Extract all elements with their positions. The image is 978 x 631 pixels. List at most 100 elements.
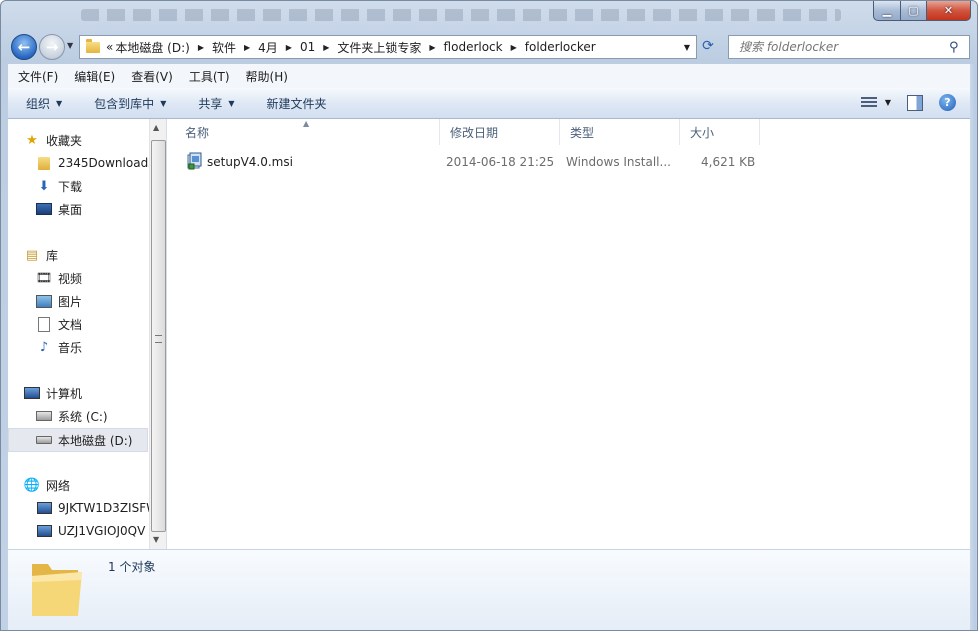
nav-desktop[interactable]: 桌面 bbox=[36, 198, 166, 220]
breadcrumb-floderlock[interactable]: floderlock bbox=[444, 40, 503, 54]
breadcrumb-software[interactable]: 软件 bbox=[212, 39, 236, 56]
close-button[interactable]: ✕ bbox=[927, 1, 971, 21]
minimize-button[interactable]: ▁ bbox=[873, 1, 901, 21]
forward-arrow-icon: → bbox=[45, 38, 59, 56]
library-icon: ▤ bbox=[25, 247, 39, 263]
folder-icon bbox=[86, 38, 100, 53]
breadcrumb-01[interactable]: 01 bbox=[300, 40, 315, 54]
folder-icon bbox=[32, 564, 82, 616]
title-bar[interactable]: ▁ ▢ ✕ bbox=[1, 1, 977, 31]
scroll-down-icon[interactable]: ▼ bbox=[153, 535, 159, 544]
breadcrumb-drive[interactable]: 本地磁盘 (D:) bbox=[115, 39, 189, 56]
file-size: 4,621 KB bbox=[701, 155, 756, 169]
blurred-background-text bbox=[81, 9, 841, 21]
menu-help[interactable]: 帮助(H) bbox=[236, 68, 294, 85]
nav-local-disk-d-label: 本地磁盘 (D:) bbox=[58, 433, 133, 448]
file-row[interactable]: setupV4.0.msi 2014-06-18 21:25 Windows I… bbox=[183, 150, 763, 176]
organize-label: 组织 bbox=[26, 96, 51, 111]
nav-favorites-label: 收藏夹 bbox=[46, 133, 83, 148]
share-button[interactable]: 共享 ▼ bbox=[180, 95, 248, 112]
nav-documents[interactable]: 文档 bbox=[36, 313, 166, 335]
maximize-button[interactable]: ▢ bbox=[901, 1, 927, 21]
search-icon[interactable]: ⚲ bbox=[949, 40, 969, 55]
msi-installer-icon bbox=[187, 152, 202, 170]
nav-downloads[interactable]: ⬇ 下载 bbox=[36, 175, 166, 197]
nav-libraries[interactable]: ▤ 库 bbox=[24, 244, 164, 266]
nav-libraries-label: 库 bbox=[46, 248, 59, 263]
nav-network[interactable]: 🌐 网络 bbox=[24, 474, 164, 496]
new-folder-button[interactable]: 新建文件夹 bbox=[249, 95, 341, 112]
nav-local-disk-d[interactable]: 本地磁盘 (D:) bbox=[8, 428, 148, 452]
nav-2345downloads-label: 2345Downloads bbox=[58, 156, 155, 170]
refresh-icon[interactable]: ⟳ bbox=[699, 38, 717, 56]
desktop-icon bbox=[36, 201, 52, 217]
preview-pane-icon[interactable] bbox=[907, 94, 923, 111]
nav-network-pc-1[interactable]: 9JKTW1D3ZISFW bbox=[36, 497, 166, 519]
file-date: 2014-06-18 21:25 bbox=[446, 155, 555, 169]
nav-desktop-label: 桌面 bbox=[58, 202, 83, 217]
scroll-up-icon[interactable]: ▲ bbox=[153, 123, 159, 132]
change-view-button[interactable]: ▼ bbox=[860, 96, 891, 109]
nav-favorites[interactable]: ★ 收藏夹 bbox=[24, 129, 164, 151]
column-header-type[interactable]: 类型 bbox=[560, 119, 680, 145]
forward-button[interactable]: → bbox=[39, 34, 65, 60]
nav-pictures[interactable]: 图片 bbox=[36, 290, 166, 312]
breadcrumb-separator-icon[interactable]: ▶ bbox=[286, 43, 292, 52]
search-box[interactable]: ⚲ bbox=[728, 35, 970, 59]
scroll-thumb[interactable] bbox=[151, 140, 166, 532]
nav-2345downloads[interactable]: 2345Downloads bbox=[36, 152, 166, 174]
nav-computer[interactable]: 计算机 bbox=[24, 382, 164, 404]
navigation-pane: ★ 收藏夹 2345Downloads ⬇ 下载 桌面 ▤ 库 🎞 视频 图片 文档 ♪… bbox=[8, 119, 167, 549]
command-bar: 组织 ▼ 包含到库中 ▼ 共享 ▼ 新建文件夹 ▼ ? bbox=[8, 88, 970, 119]
help-icon[interactable]: ? bbox=[939, 94, 956, 111]
search-input[interactable] bbox=[737, 39, 949, 55]
menu-tools[interactable]: 工具(T) bbox=[179, 68, 236, 85]
include-in-library-button[interactable]: 包含到库中 ▼ bbox=[76, 95, 180, 112]
breadcrumb-separator-icon[interactable]: ▶ bbox=[198, 43, 204, 52]
menu-view[interactable]: 查看(V) bbox=[121, 68, 179, 85]
menu-file[interactable]: 文件(F) bbox=[8, 68, 64, 85]
recent-pages-dropdown-icon[interactable]: ▼ bbox=[67, 41, 73, 50]
column-header-size[interactable]: 大小 bbox=[680, 119, 760, 145]
menu-edit[interactable]: 编辑(E) bbox=[64, 68, 121, 85]
breadcrumb-april[interactable]: 4月 bbox=[258, 39, 278, 56]
computer-icon bbox=[24, 385, 40, 401]
address-bar[interactable]: « 本地磁盘 (D:) ▶ 软件 ▶ 4月 ▶ 01 ▶ 文件夹上锁专家 ▶ floder… bbox=[79, 35, 697, 59]
chevron-down-icon: ▼ bbox=[884, 98, 891, 107]
network-icon: 🌐 bbox=[24, 477, 41, 493]
breadcrumb-separator-icon[interactable]: ▶ bbox=[244, 43, 250, 52]
view-controls: ▼ ? bbox=[860, 94, 956, 111]
nav-scrollbar[interactable]: ▲ ▼ bbox=[149, 119, 166, 549]
file-list-pane: ▲ 名称 修改日期 类型 大小 setupV4.0.msi 2014-06-18… bbox=[167, 119, 970, 549]
breadcrumb-folder-lock-expert[interactable]: 文件夹上锁专家 bbox=[337, 39, 421, 56]
view-list-icon bbox=[860, 96, 877, 109]
nav-network-pc-2-label: UZJ1VGIOJ0QV bbox=[58, 524, 146, 538]
star-icon: ★ bbox=[26, 132, 38, 148]
breadcrumb-folderlocker[interactable]: folderlocker bbox=[525, 40, 596, 54]
organize-button[interactable]: 组织 ▼ bbox=[8, 95, 76, 112]
nav-network-pc-2[interactable]: UZJ1VGIOJ0QV bbox=[36, 520, 166, 542]
nav-music[interactable]: ♪ 音乐 bbox=[36, 336, 166, 358]
breadcrumb-separator-icon[interactable]: ▶ bbox=[511, 43, 517, 52]
breadcrumb-separator-icon[interactable]: ▶ bbox=[429, 43, 435, 52]
include-in-library-label: 包含到库中 bbox=[94, 96, 155, 111]
chevron-down-icon: ▼ bbox=[56, 98, 63, 108]
details-pane: 1 个对象 bbox=[8, 549, 970, 630]
column-header-date[interactable]: 修改日期 bbox=[440, 119, 560, 145]
file-name: setupV4.0.msi bbox=[207, 155, 293, 169]
breadcrumb-separator-icon[interactable]: ▶ bbox=[323, 43, 329, 52]
address-row: ← → ▼ « 本地磁盘 (D:) ▶ 软件 ▶ 4月 ▶ 01 ▶ 文件夹上锁专家 ▶ … bbox=[1, 32, 977, 62]
breadcrumb-overflow[interactable]: « bbox=[106, 40, 113, 54]
back-button[interactable]: ← bbox=[11, 34, 37, 60]
address-dropdown-icon[interactable]: ▼ bbox=[684, 43, 690, 52]
nav-system-drive-label: 系统 (C:) bbox=[58, 409, 108, 424]
computer-icon bbox=[36, 500, 52, 516]
picture-icon bbox=[36, 293, 52, 309]
nav-videos[interactable]: 🎞 视频 bbox=[36, 267, 166, 289]
column-header-name[interactable]: 名称 bbox=[175, 119, 440, 145]
nav-system-drive[interactable]: 系统 (C:) bbox=[36, 405, 166, 427]
nav-pictures-label: 图片 bbox=[58, 294, 83, 309]
nav-network-pc-1-label: 9JKTW1D3ZISFW bbox=[58, 501, 158, 515]
video-icon: 🎞 bbox=[36, 270, 53, 286]
computer-icon bbox=[36, 523, 52, 539]
